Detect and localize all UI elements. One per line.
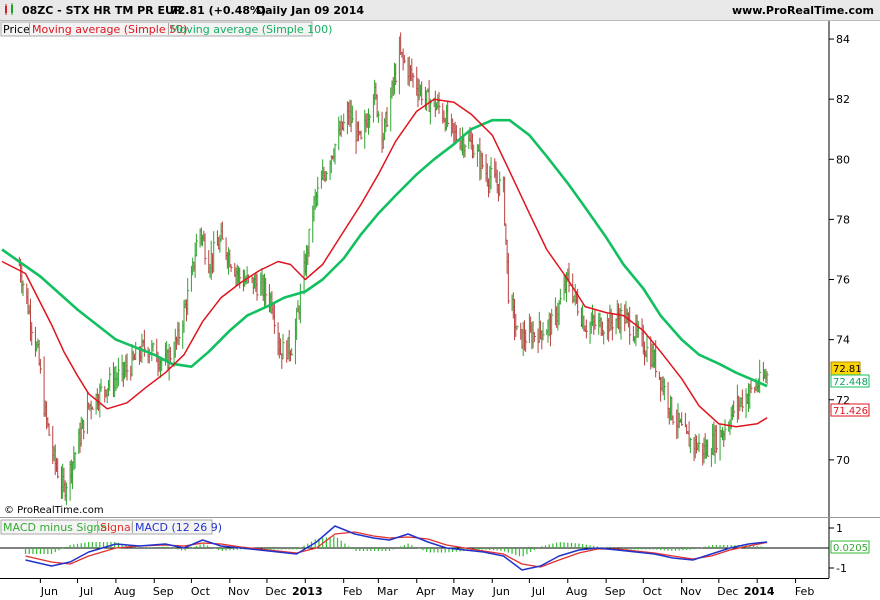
time-tick-label: Mar [377, 585, 398, 598]
ma50-last-value: 71.426 [833, 406, 868, 417]
main-legend: Price Moving average (Simple 50) Moving … [0, 21, 332, 37]
time-tick-label: Feb [343, 585, 362, 598]
price-tick-label: 70 [836, 454, 850, 467]
time-tick-label: 2013 [292, 585, 323, 598]
legend-price: Price [3, 23, 30, 36]
time-tick-label: Jul [531, 585, 545, 598]
price-tick-label: 82 [836, 93, 850, 106]
time-tick-label: May [452, 585, 475, 598]
time-tick-label: Feb [795, 585, 814, 598]
legend-ma50: Moving average (Simple 50) [32, 23, 187, 36]
price-tick-label: 74 [836, 334, 850, 347]
legend-macd-signal: Signal [100, 521, 134, 534]
time-tick-label: Oct [643, 585, 663, 598]
watermark: © ProRealTime.com [4, 505, 104, 516]
time-tick-label: Jun [492, 585, 510, 598]
time-tick-label: Aug [114, 585, 135, 598]
price-tick-label: 78 [836, 213, 850, 226]
main-plot-area [0, 21, 829, 517]
time-tick-label: Sep [605, 585, 626, 598]
macd-hist-last-value: 0.0205 [833, 543, 868, 554]
time-tick-label: Sep [153, 585, 174, 598]
time-tick-label: Oct [191, 585, 211, 598]
legend-macd-line: MACD (12 26 9) [135, 521, 222, 534]
price-chart: 7072747678808284 Jun Jul Aug Sep Oct Nov Dec 20… [0, 21, 880, 598]
time-tick-label: Dec [265, 585, 286, 598]
chart-window: 08ZC - STX HR TM PR EUR 72.81 (+0.48%) D… [0, 0, 880, 600]
legend-macd-hist: MACD minus Signal [3, 521, 110, 534]
time-tick-label: Jun [40, 585, 58, 598]
ma100-last-value: 72.448 [833, 377, 868, 388]
time-tick-label: Aug [566, 585, 587, 598]
price-tick-label: 76 [836, 274, 850, 287]
macd-tick-label: -1 [836, 562, 847, 575]
legend-ma100: Moving average (Simple 100) [170, 23, 332, 36]
time-axis: Jun Jul Aug Sep Oct Nov Dec 2013 Feb Mar Apr May Jun… [40, 578, 814, 598]
time-tick-label: Dec [717, 585, 738, 598]
time-tick-label: Nov [680, 585, 702, 598]
price-tick-label: 84 [836, 33, 850, 46]
time-tick-label: Jul [79, 585, 93, 598]
price-axis: 7072747678808284 [829, 33, 850, 467]
last-price-value: 72.81 [833, 364, 862, 375]
time-tick-label: Apr [416, 585, 436, 598]
time-tick-label: 2014 [744, 585, 775, 598]
macd-tick-label: 1 [836, 522, 843, 535]
price-tick-label: 80 [836, 153, 850, 166]
macd-legend: MACD minus Signal Signal MACD (12 26 9) [0, 519, 222, 535]
time-tick-label: Nov [228, 585, 250, 598]
